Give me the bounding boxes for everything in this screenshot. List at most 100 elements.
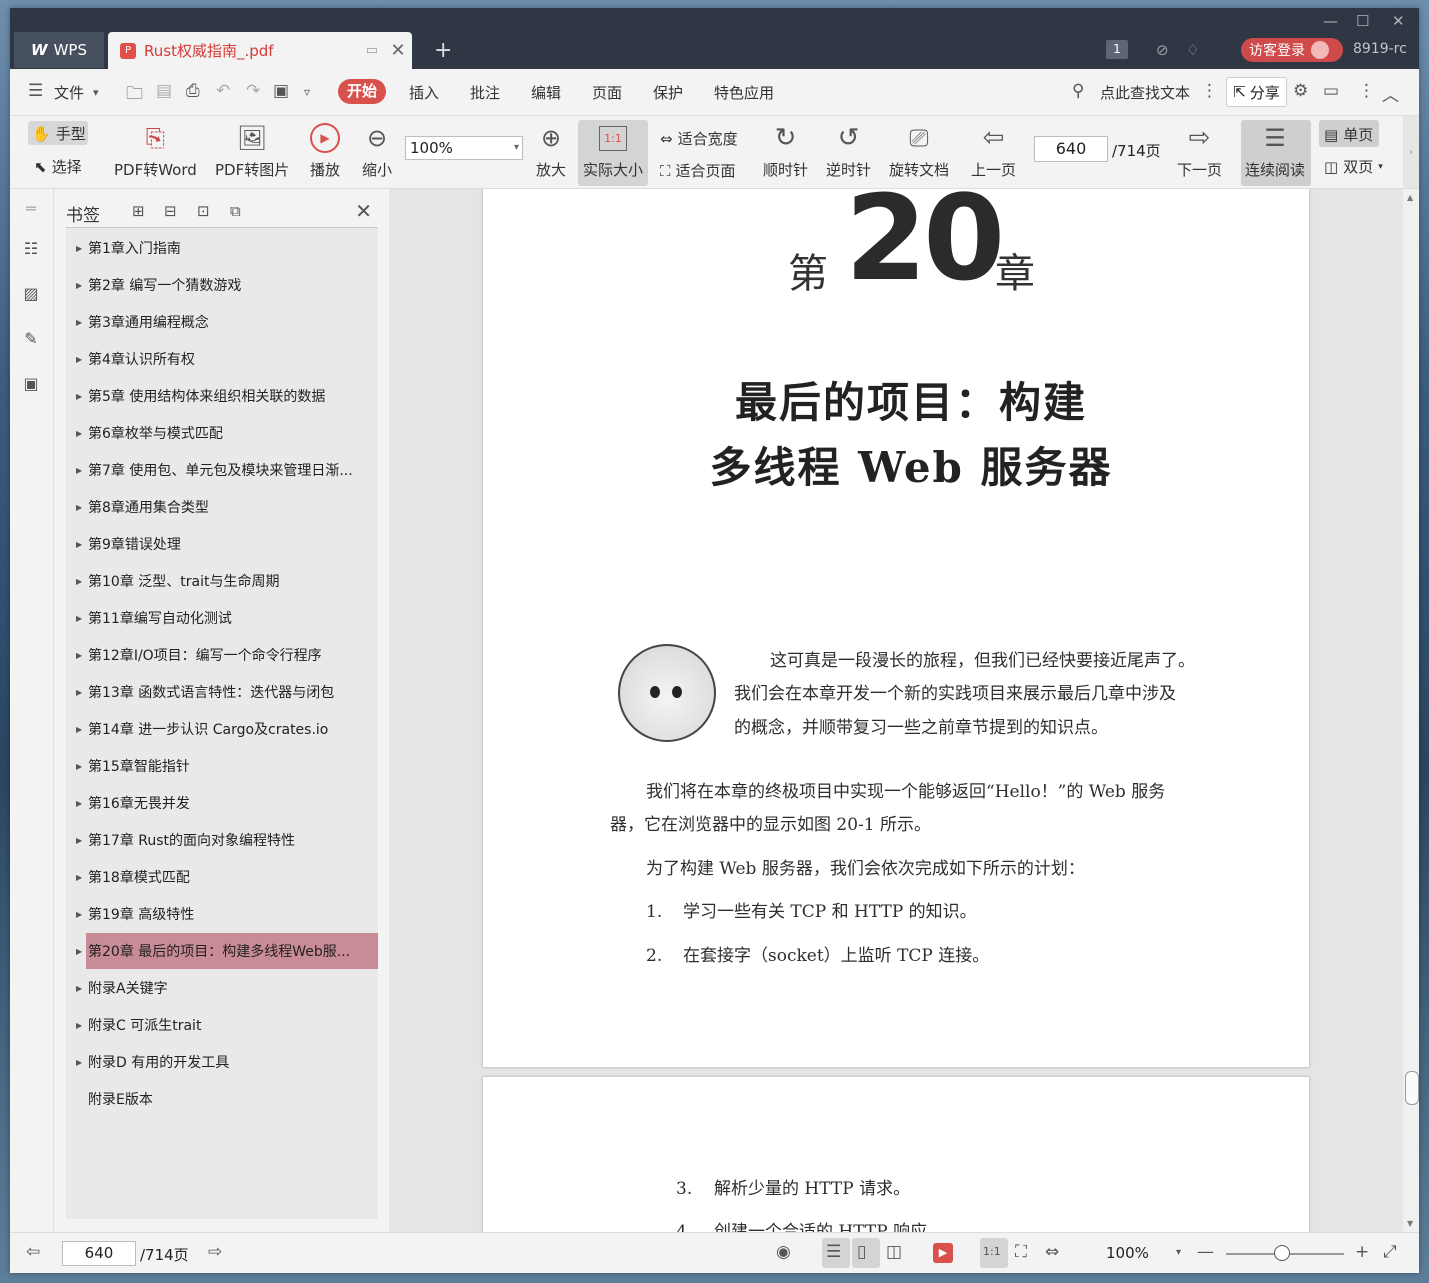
bookmark-item[interactable]: ▶ 第6章枚举与模式匹配	[76, 415, 378, 451]
print-icon[interactable]: ⎙	[186, 81, 200, 101]
actual-size-button[interactable]: 1:1 实际大小	[583, 118, 643, 180]
expand-triangle-icon[interactable]: ▶	[76, 244, 88, 253]
pdf-to-word-button[interactable]: ⎘ PDF转Word	[114, 118, 197, 180]
fullscreen-icon[interactable]: ⤢	[1383, 1242, 1397, 1262]
bookmark-item[interactable]: ▶ 第17章 Rust的面向对象编程特性	[76, 822, 378, 858]
expand-triangle-icon[interactable]: ▶	[76, 984, 88, 993]
cloud-sync-icon[interactable]: ⊘	[1156, 41, 1169, 59]
page-number-input[interactable]: 640	[1034, 136, 1108, 162]
skin-shirt-icon[interactable]: ♢	[1186, 41, 1199, 59]
expand-triangle-icon[interactable]: ▶	[76, 318, 88, 327]
bookmark-item[interactable]: ▶ 第8章通用集合类型	[76, 489, 378, 525]
slideshow-play-icon[interactable]: ▶	[933, 1243, 953, 1263]
rotate-counterclockwise-button[interactable]: ↺ 逆时针	[826, 118, 871, 180]
bookmark-list-icon[interactable]: ⧉	[230, 202, 241, 220]
bookmark-item[interactable]: 附录E版本	[86, 1081, 378, 1117]
vertical-scrollbar[interactable]: ▲ ▼	[1403, 189, 1419, 1232]
actual-size-status-icon[interactable]: 1:1	[983, 1245, 1001, 1258]
bookmark-item[interactable]: ▶ 第4章认识所有权	[76, 341, 378, 377]
status-prev-page-icon[interactable]: ⇦	[26, 1242, 40, 1262]
zoom-out-button[interactable]: ⊖ 缩小	[362, 118, 392, 180]
expand-triangle-icon[interactable]: ▶	[76, 651, 88, 660]
comment-icon[interactable]: ▭	[1323, 81, 1339, 101]
bookmark-item[interactable]: ▶ 第13章 函数式语言特性：迭代器与闭包	[76, 674, 378, 710]
more-vertical-icon[interactable]: ⋮	[1201, 81, 1218, 101]
bookmark-item[interactable]: ▶ 第11章编写自动化测试	[76, 600, 378, 636]
collapse-all-icon[interactable]: ⊟	[164, 202, 177, 220]
ribbon-scroll-right[interactable]: ›	[1403, 116, 1419, 188]
bookmark-item[interactable]: ▶ 第15章智能指针	[76, 748, 378, 784]
search-icon[interactable]: ⚲	[1072, 81, 1084, 101]
attachment-image-icon[interactable]: ▣	[21, 374, 41, 394]
bookmark-item[interactable]: ▶ 第19章 高级特性	[76, 896, 378, 932]
bookmark-item[interactable]: ▶ 第10章 泛型、trait与生命周期	[76, 563, 378, 599]
bookmark-item[interactable]: ▶ 第12章I/O项目：编写一个命令行程序	[76, 637, 378, 673]
collapse-ribbon-icon[interactable]: ︿	[1382, 81, 1399, 106]
expand-triangle-icon[interactable]: ▶	[76, 1058, 88, 1067]
close-window-button[interactable]: ✕	[1392, 12, 1405, 30]
fit-page-status-icon[interactable]: ⛶	[1015, 1242, 1027, 1262]
status-page-input[interactable]: 640	[62, 1241, 136, 1266]
expand-triangle-icon[interactable]: ▶	[76, 688, 88, 697]
eye-protection-icon[interactable]: ◉	[776, 1242, 791, 1262]
bookmark-item[interactable]: ▶ 第2章 编写一个猜数游戏	[76, 267, 378, 303]
single-page-button[interactable]: ▤ 单页	[1324, 124, 1373, 145]
outline-list-icon[interactable]: ☷	[21, 239, 41, 259]
menu-page[interactable]: 页面	[592, 82, 622, 103]
menu-special-apps[interactable]: 特色应用	[714, 82, 774, 103]
expand-triangle-icon[interactable]: ▶	[76, 429, 88, 438]
search-text-button[interactable]: 点此查找文本	[1100, 82, 1190, 103]
minimize-button[interactable]: —	[1323, 12, 1338, 30]
bookmark-item[interactable]: ▶ 第18章模式匹配	[76, 859, 378, 895]
menu-insert[interactable]: 插入	[409, 82, 439, 103]
add-bookmark-icon[interactable]: ⊡	[197, 202, 210, 220]
expand-triangle-icon[interactable]: ▶	[76, 614, 88, 623]
expand-triangle-icon[interactable]: ▶	[76, 503, 88, 512]
select-tool-button[interactable]: ⬉ 选择	[34, 156, 82, 177]
window-count-badge[interactable]: 1	[1106, 40, 1128, 59]
status-zoom-in-icon[interactable]: +	[1355, 1242, 1369, 1262]
annotation-pen-icon[interactable]: ✎	[21, 329, 41, 349]
continuous-view-icon[interactable]: ☰	[826, 1242, 841, 1262]
wps-home-tab[interactable]: W WPS	[14, 32, 104, 68]
expand-triangle-icon[interactable]: ▶	[76, 355, 88, 364]
bookmark-item[interactable]: ▶ 附录A关键字	[76, 970, 378, 1006]
fit-width-status-icon[interactable]: ⇔	[1045, 1242, 1059, 1262]
expand-triangle-icon[interactable]: ▶	[76, 762, 88, 771]
scroll-up-icon[interactable]: ▲	[1407, 193, 1413, 202]
bookmark-item[interactable]: ▶ 第3章通用编程概念	[76, 304, 378, 340]
redo-icon[interactable]: ↷	[246, 81, 260, 101]
menu-protect[interactable]: 保护	[653, 82, 683, 103]
bookmark-item[interactable]: ▶ 附录D 有用的开发工具	[76, 1044, 378, 1080]
thumbnail-image-icon[interactable]: ▨	[21, 284, 41, 304]
maximize-button[interactable]: ☐	[1356, 12, 1369, 30]
fit-width-button[interactable]: ⇔ 适合宽度	[660, 128, 738, 149]
bookmark-item[interactable]: ▶ 第16章无畏并发	[76, 785, 378, 821]
double-page-button[interactable]: ◫ 双页 ▾	[1324, 156, 1383, 177]
document-view[interactable]: 第 20 章 最后的项目：构建 多线程 Web 服务器 这可真是一段漫长的旅程，…	[389, 189, 1403, 1232]
hamburger-menu-icon[interactable]: ☰	[28, 81, 43, 101]
close-tab-button[interactable]: ✕	[388, 40, 408, 61]
guest-login-button[interactable]: 访客登录	[1241, 38, 1343, 62]
close-panel-icon[interactable]: ✕	[355, 199, 372, 223]
expand-triangle-icon[interactable]: ▶	[76, 836, 88, 845]
zoom-select[interactable]: 100% ▾	[405, 136, 523, 160]
previous-page-button[interactable]: ⇦ 上一页	[971, 118, 1016, 180]
share-button[interactable]: ⇱ 分享	[1226, 77, 1287, 107]
expand-triangle-icon[interactable]: ▶	[76, 281, 88, 290]
expand-triangle-icon[interactable]: ▶	[76, 910, 88, 919]
export-image-icon[interactable]: ▣	[273, 81, 289, 101]
zoom-slider-knob[interactable]	[1274, 1245, 1290, 1261]
more-dropdown-icon[interactable]: ▿	[304, 85, 310, 99]
expand-triangle-icon[interactable]: ▶	[76, 799, 88, 808]
bookmark-item[interactable]: ▶ 第1章入门指南	[76, 230, 378, 266]
next-page-button[interactable]: ⇨ 下一页	[1177, 118, 1222, 180]
new-tab-button[interactable]: +	[434, 38, 452, 63]
menu-edit[interactable]: 编辑	[531, 82, 561, 103]
scrollbar-thumb[interactable]	[1405, 1071, 1419, 1105]
zoom-in-button[interactable]: ⊕ 放大	[536, 118, 566, 180]
bookmark-item[interactable]: ▶ 第14章 进一步认识 Cargo及crates.io	[76, 711, 378, 747]
status-zoom-value[interactable]: 100%	[1106, 1244, 1149, 1262]
save-icon[interactable]: ▤	[156, 81, 172, 101]
bookmark-item[interactable]: ▶ 附录C 可派生trait	[76, 1007, 378, 1043]
